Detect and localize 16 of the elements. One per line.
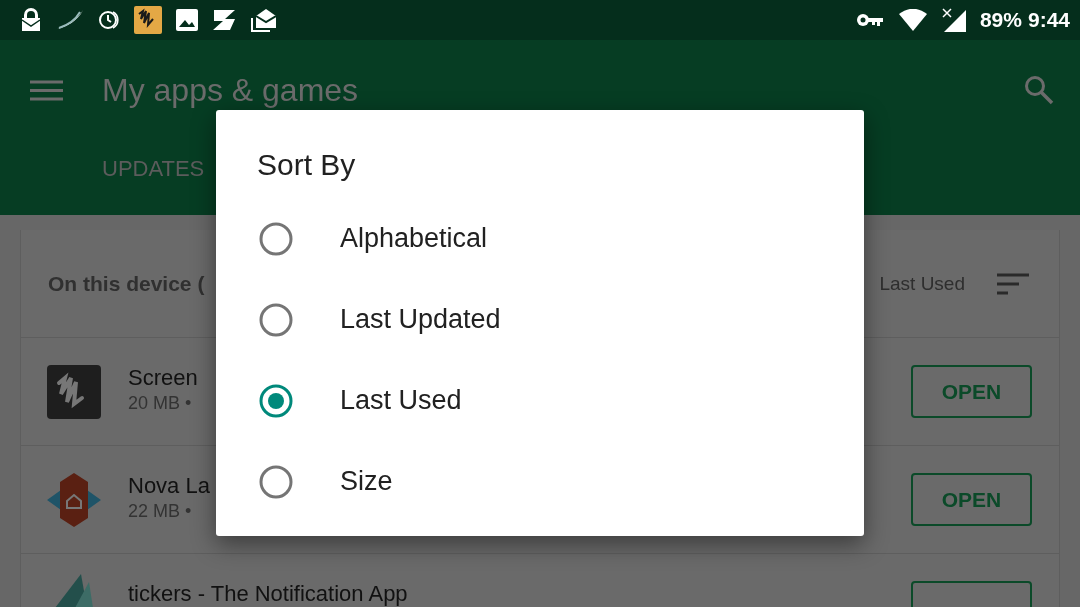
app-name: Nova La: [128, 473, 210, 499]
open-button[interactable]: OPEN: [911, 365, 1032, 418]
tab[interactable]: UPDATES: [102, 140, 205, 192]
option-label: Alphabetical: [340, 223, 488, 254]
battery-percent: 89%: [979, 8, 1022, 32]
app-name: Screen: [128, 365, 198, 391]
option-label: Last Updated: [340, 304, 501, 335]
option-label: Size: [340, 466, 393, 497]
section-heading: On this device (: [48, 271, 206, 296]
option-label: Last Used: [340, 385, 462, 416]
page-title: My apps & games: [102, 71, 360, 109]
sort-label: Last Used: [879, 272, 965, 295]
clock-time: 9:44: [1027, 8, 1070, 32]
open-button[interactable]: OPEN: [911, 473, 1032, 526]
app-name: tickers - The Notification App: [128, 581, 408, 607]
dialog-title: Sort By: [257, 147, 357, 183]
